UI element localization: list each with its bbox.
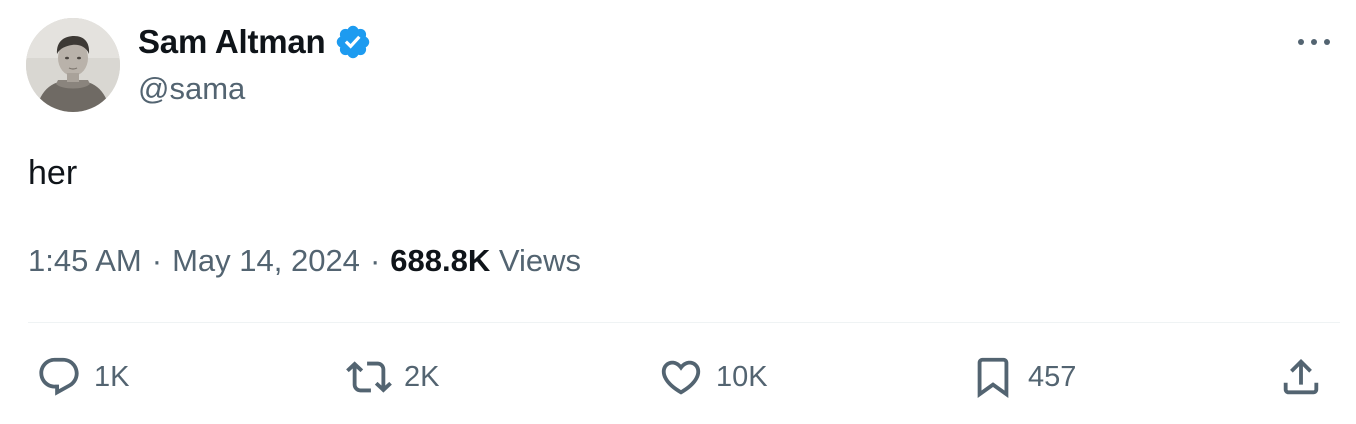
reply-count: 1K — [94, 361, 130, 393]
heart-icon — [661, 360, 701, 395]
repost-button[interactable]: 2K — [346, 352, 439, 402]
bookmark-icon — [977, 357, 1009, 398]
share-icon — [1283, 358, 1319, 395]
views-label[interactable]: Views — [499, 243, 581, 278]
divider — [28, 322, 1340, 323]
like-count: 10K — [716, 361, 768, 393]
meta-separator: · — [151, 243, 163, 278]
author-display-name[interactable]: Sam Altman — [138, 22, 326, 62]
tweet-card: Sam Altman @sama her 1:45 AM · May 14, 202… — [0, 0, 1356, 424]
verified-badge-icon[interactable] — [334, 23, 372, 61]
reply-icon — [39, 357, 79, 396]
more-icon — [1298, 39, 1330, 45]
author-handle[interactable]: @sama — [138, 70, 245, 108]
repost-count: 2K — [404, 361, 440, 393]
bookmark-button[interactable]: 457 — [970, 352, 1076, 402]
tweet-meta: 1:45 AM · May 14, 2024 · 688.8K Views — [28, 242, 581, 280]
author-name-row: Sam Altman — [138, 22, 372, 62]
like-button[interactable]: 10K — [658, 352, 768, 402]
avatar-photo — [26, 18, 120, 112]
tweet-time[interactable]: 1:45 AM — [28, 243, 142, 278]
tweet-text: her — [28, 154, 78, 192]
bookmark-count: 457 — [1028, 361, 1077, 393]
tweet-date[interactable]: May 14, 2024 — [172, 243, 360, 278]
repost-icon — [346, 361, 392, 393]
share-button[interactable] — [1278, 352, 1324, 402]
views-count[interactable]: 688.8K — [390, 243, 490, 278]
meta-separator: · — [369, 243, 381, 278]
avatar[interactable] — [26, 18, 120, 112]
reply-button[interactable]: 1K — [36, 352, 129, 402]
more-options-button[interactable] — [1294, 26, 1334, 58]
